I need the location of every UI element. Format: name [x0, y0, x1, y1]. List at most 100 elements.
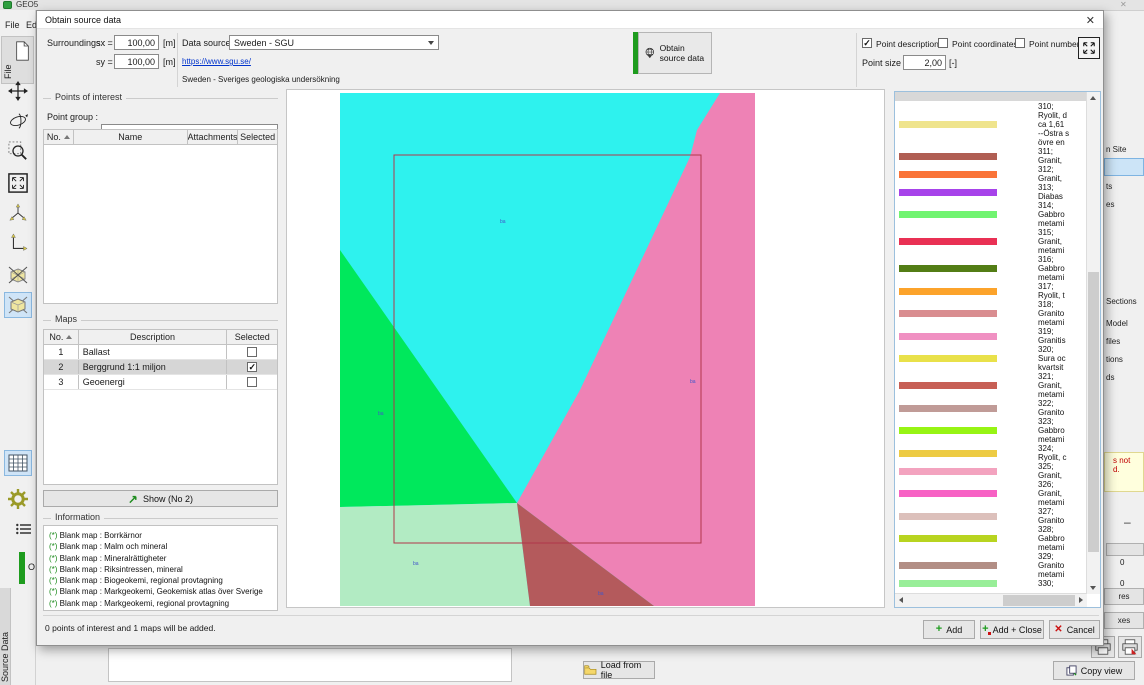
maps-table[interactable]: No. Description Selected 1Ballast2Berggr… — [43, 329, 278, 485]
plus-close-icon: + — [982, 624, 988, 635]
load-from-file-button[interactable]: Load from file — [583, 661, 655, 679]
app-logo-icon — [3, 1, 12, 9]
print-preview-button[interactable] — [1118, 636, 1142, 658]
col-no[interactable]: No. — [44, 130, 74, 144]
map-region-label: ba — [413, 562, 419, 567]
axes-2d-icon[interactable] — [4, 230, 32, 256]
col-no[interactable]: No. — [44, 330, 79, 344]
point-description-checkbox[interactable]: ✓ — [862, 38, 872, 48]
cancel-x-icon: ✕ — [1054, 625, 1062, 635]
frames-list-icon[interactable] — [16, 522, 32, 540]
dialog-title-bar[interactable]: Obtain source data ✕ — [37, 11, 1103, 29]
legend-color-bar — [899, 310, 997, 317]
information-group: Information — [43, 518, 278, 519]
fit-to-screen-icon[interactable] — [4, 170, 32, 196]
frame-item-sections[interactable]: Sections — [1106, 297, 1137, 306]
legend-entry: 320;Sura ockvartsit — [899, 345, 1075, 372]
frame-item-points[interactable]: ts — [1106, 182, 1112, 191]
scroll-left-icon[interactable] — [899, 597, 903, 603]
map-row-selected-cell[interactable] — [227, 375, 277, 389]
scrollbar-thumb[interactable] — [1003, 595, 1075, 606]
scroll-right-icon[interactable] — [1079, 597, 1083, 603]
maps-table-body: 1Ballast2Berggrund 1:1 miljon✓3Geoenergi — [44, 345, 277, 390]
scrollbar-thumb[interactable] — [1088, 272, 1099, 552]
frame-item-model[interactable]: Model — [1106, 319, 1128, 328]
dialog-close-icon[interactable]: ✕ — [1086, 14, 1095, 27]
obtain-source-data-button[interactable]: Obtain source data — [638, 32, 712, 74]
button-fragment-res[interactable]: res — [1104, 588, 1144, 605]
scroll-up-icon[interactable] — [1090, 96, 1096, 100]
sy-input[interactable]: 100,00 — [114, 54, 159, 69]
maps-table-row[interactable]: 1Ballast — [44, 345, 277, 360]
frame-item-construction-site[interactable]: n Site — [1106, 145, 1126, 154]
source-link[interactable]: https://www.sgu.se/ — [182, 57, 251, 66]
background-text-area[interactable] — [108, 648, 512, 682]
frame-item-selected[interactable] — [1104, 158, 1144, 176]
frame-item-sections2[interactable]: tions — [1106, 355, 1123, 364]
col-description[interactable]: Description — [79, 330, 228, 344]
window-close-icon[interactable]: ✕ — [1120, 0, 1127, 10]
map-view[interactable]: bababababa — [286, 89, 885, 608]
data-source-dropdown[interactable]: Sweden - SGU — [229, 35, 439, 50]
point-size-input[interactable]: 2,00 — [903, 55, 946, 70]
menu-file[interactable]: File — [5, 20, 20, 30]
legend-vertical-scrollbar[interactable] — [1086, 92, 1100, 594]
frame-item-profiles[interactable]: files — [1106, 337, 1120, 346]
maps-table-row[interactable]: 3Geoenergi — [44, 375, 277, 390]
col-selected[interactable]: Selected — [238, 130, 277, 144]
collapse-minus[interactable]: – — [1124, 515, 1131, 529]
col-selected[interactable]: Selected — [227, 330, 277, 344]
add-button[interactable]: +Add — [923, 620, 975, 639]
scroll-down-icon[interactable] — [1090, 586, 1096, 590]
legend-horizontal-scrollbar[interactable] — [895, 593, 1087, 607]
legend-entry: 325;Granit, — [899, 462, 1075, 480]
cancel-button[interactable]: ✕Cancel — [1049, 620, 1100, 639]
fullscreen-button[interactable] — [1078, 37, 1100, 59]
sx-input[interactable]: 100,00 — [114, 35, 159, 50]
points-of-interest-table[interactable]: No. Name Attachments Selected — [43, 129, 278, 304]
map-row-number: 2 — [44, 360, 79, 374]
copy-view-button[interactable]: Copy view — [1053, 661, 1135, 680]
legend-entry-text: 314;Gabbrometami — [1038, 201, 1065, 228]
map-selected-checkbox[interactable]: ✓ — [247, 362, 257, 372]
maps-group: Maps — [43, 320, 278, 321]
information-item: (*) Blank map : Malm och mineral — [49, 541, 272, 552]
settings-gear-icon[interactable] — [4, 486, 32, 512]
map-row-selected-cell[interactable] — [227, 345, 277, 359]
partial-button[interactable] — [1106, 543, 1144, 556]
table-view-icon[interactable] — [4, 450, 32, 476]
legend-entry-text: 330; — [1038, 579, 1054, 588]
divider — [856, 33, 857, 87]
legend-entry: 328;Gabbrometami — [899, 525, 1075, 552]
map-selected-checkbox[interactable] — [247, 377, 257, 387]
frame-item-boreholes[interactable]: es — [1106, 200, 1114, 209]
legend-color-bar — [899, 211, 997, 218]
point-coordinates-checkbox[interactable] — [938, 38, 948, 48]
menu-edit[interactable]: Ed — [26, 20, 36, 30]
point-size-label: Point size : — [862, 58, 906, 68]
col-attachments[interactable]: Attachments — [188, 130, 239, 144]
legend-color-bar — [899, 468, 997, 475]
zoom-select-icon[interactable] — [4, 138, 32, 164]
maps-table-row[interactable]: 2Berggrund 1:1 miljon✓ — [44, 360, 277, 375]
legend-color-bar — [899, 171, 997, 178]
col-name[interactable]: Name — [74, 130, 188, 144]
hidden-obtain-accent-bar — [19, 552, 25, 584]
button-fragment-xes[interactable]: xes — [1104, 612, 1144, 629]
information-item: (*) Blank map : Riksintressen, mineral — [49, 564, 272, 575]
show-button[interactable]: Show (No 2) — [43, 490, 278, 507]
point-number-checkbox[interactable] — [1015, 38, 1025, 48]
show-model-icon[interactable] — [4, 292, 32, 318]
map-selected-checkbox[interactable] — [247, 347, 257, 357]
axes-3d-icon[interactable] — [4, 200, 32, 226]
hide-model-icon[interactable] — [4, 262, 32, 288]
add-close-button[interactable]: + Add + Close — [980, 620, 1044, 639]
file-vertical-tab[interactable]: File — [1, 36, 34, 84]
pan-tool-icon[interactable] — [4, 78, 32, 104]
point-size-unit: [-] — [949, 58, 957, 68]
map-row-selected-cell[interactable]: ✓ — [227, 360, 277, 374]
frame-item-grids[interactable]: ds — [1106, 373, 1114, 382]
legend-entry: 316;Gabbrometami — [899, 255, 1075, 282]
source-data-tab[interactable]: Source Data — [0, 588, 11, 685]
rotate-view-icon[interactable] — [4, 108, 32, 134]
